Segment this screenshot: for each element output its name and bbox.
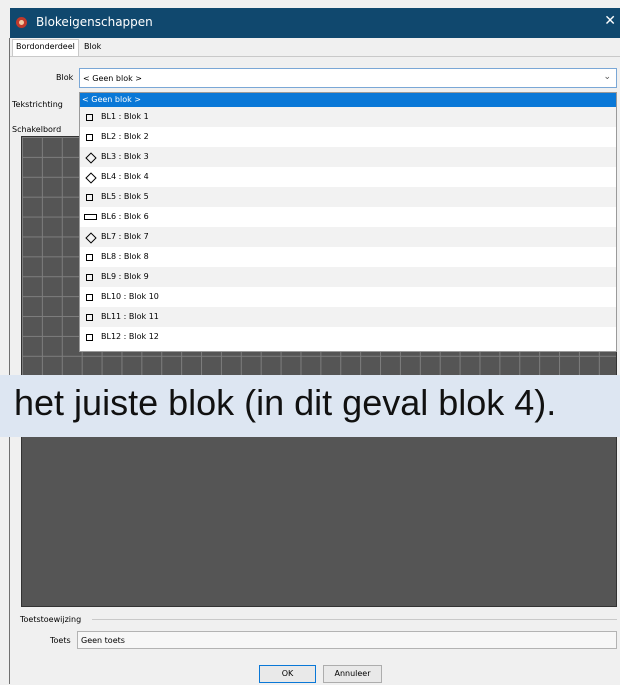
ok-button[interactable]: OK (259, 665, 316, 683)
dropdown-item-bl12[interactable]: BL12 : Blok 12 (80, 327, 616, 347)
toetstoewijzing-label: Toetstoewijzing (20, 615, 82, 624)
dropdown-item-bl10[interactable]: BL10 : Blok 10 (80, 287, 616, 307)
schakelbord-label: Schakelbord (12, 125, 62, 134)
dropdown-item-geen-blok[interactable]: < Geen blok > (80, 93, 616, 107)
close-icon[interactable]: ✕ (604, 13, 616, 29)
diamond-icon (85, 172, 97, 184)
toets-label: Toets (50, 636, 71, 645)
dropdown-item-bl11[interactable]: BL11 : Blok 11 (80, 307, 616, 327)
blok-label: Blok (56, 73, 74, 82)
toets-field-value: Geen toets (81, 636, 125, 645)
app-icon (16, 17, 27, 28)
dropdown-item-bl4[interactable]: BL4 : Blok 4 (80, 167, 616, 187)
rectangle-icon (84, 214, 97, 220)
blok-select-value: < Geen blok > (83, 74, 142, 83)
title-bar: Blokeigenschappen ✕ (10, 8, 620, 38)
dropdown-item-bl6[interactable]: BL6 : Blok 6 (80, 207, 616, 227)
tekstrichting-label: Tekstrichting (12, 100, 63, 109)
caption-text: het juiste blok (in dit geval blok 4). (14, 382, 557, 423)
dropdown-item-bl1[interactable]: BL1 : Blok 1 (80, 107, 616, 127)
toets-field[interactable]: Geen toets (77, 631, 617, 649)
square-icon (86, 194, 93, 201)
square-icon (86, 114, 93, 121)
dropdown-item-bl2[interactable]: BL2 : Blok 2 (80, 127, 616, 147)
cancel-button[interactable]: Annuleer (323, 665, 382, 683)
square-icon (86, 274, 93, 281)
dropdown-item-bl9[interactable]: BL9 : Blok 9 (80, 267, 616, 287)
square-icon (86, 294, 93, 301)
square-icon (86, 134, 93, 141)
square-icon (86, 254, 93, 261)
dropdown-item-bl8[interactable]: BL8 : Blok 8 (80, 247, 616, 267)
tab-blok[interactable]: Blok (81, 40, 104, 55)
blok-select[interactable]: < Geen blok > ⌄ (79, 68, 617, 88)
dropdown-item-bl5[interactable]: BL5 : Blok 5 (80, 187, 616, 207)
dropdown-item-bl7[interactable]: BL7 : Blok 7 (80, 227, 616, 247)
square-icon (86, 314, 93, 321)
section-divider (92, 619, 617, 620)
square-icon (86, 334, 93, 341)
chevron-down-icon[interactable]: ⌄ (603, 72, 611, 82)
tab-strip: Bordonderdeel Blok (10, 38, 620, 56)
dropdown-item-bl3[interactable]: BL3 : Blok 3 (80, 147, 616, 167)
window-title: Blokeigenschappen (36, 15, 153, 29)
diamond-icon (85, 152, 97, 164)
diamond-icon (85, 232, 97, 244)
tab-bordonderdeel[interactable]: Bordonderdeel (12, 39, 79, 56)
blok-dropdown-list: < Geen blok > BL1 : Blok 1 BL2 : Blok 2 … (79, 92, 617, 352)
